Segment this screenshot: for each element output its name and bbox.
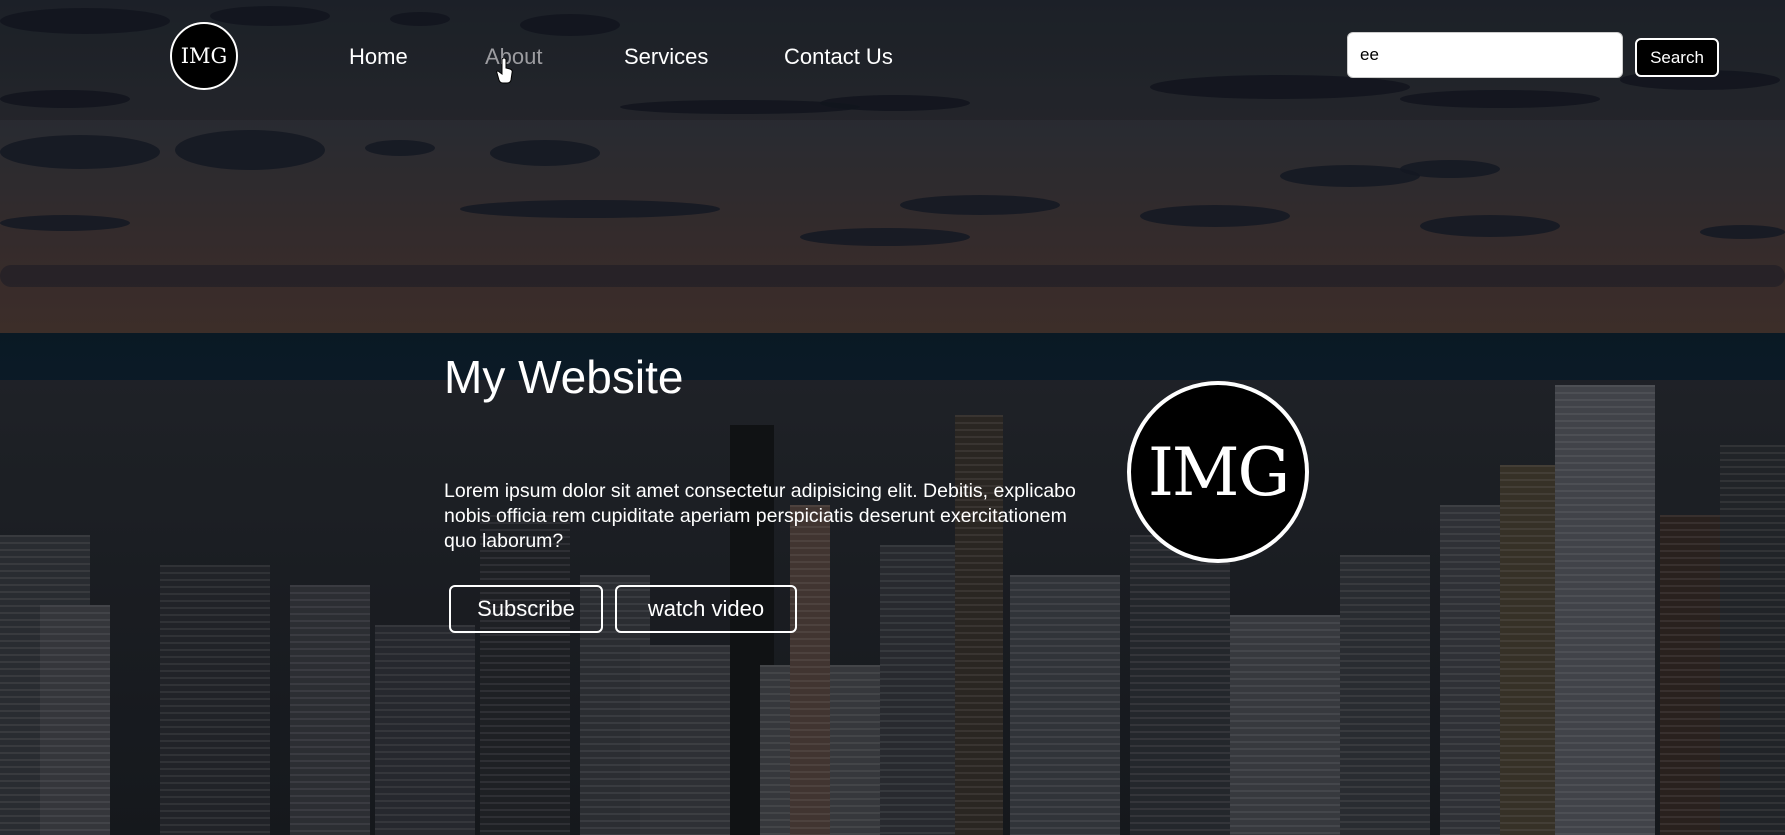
- hero-background-image: [0, 0, 1785, 835]
- hand-pointer-icon: [496, 58, 513, 84]
- hero-logo: IMG: [1127, 381, 1309, 563]
- nav-link-contact-us[interactable]: Contact Us: [784, 44, 893, 70]
- hero-title: My Website: [444, 351, 684, 403]
- hero-logo-text: IMG: [1147, 433, 1290, 511]
- nav-link-services[interactable]: Services: [624, 44, 708, 70]
- nav-link-home[interactable]: Home: [349, 44, 408, 70]
- site-logo[interactable]: IMG: [170, 22, 238, 90]
- dark-overlay: [0, 0, 1785, 835]
- watch-video-button[interactable]: watch video: [615, 585, 797, 633]
- subscribe-button[interactable]: Subscribe: [449, 585, 603, 633]
- search-button[interactable]: Search: [1635, 38, 1719, 77]
- hero-description: Lorem ipsum dolor sit amet consectetur a…: [444, 480, 1076, 552]
- search-input[interactable]: [1347, 32, 1623, 78]
- logo-text: IMG: [180, 44, 228, 68]
